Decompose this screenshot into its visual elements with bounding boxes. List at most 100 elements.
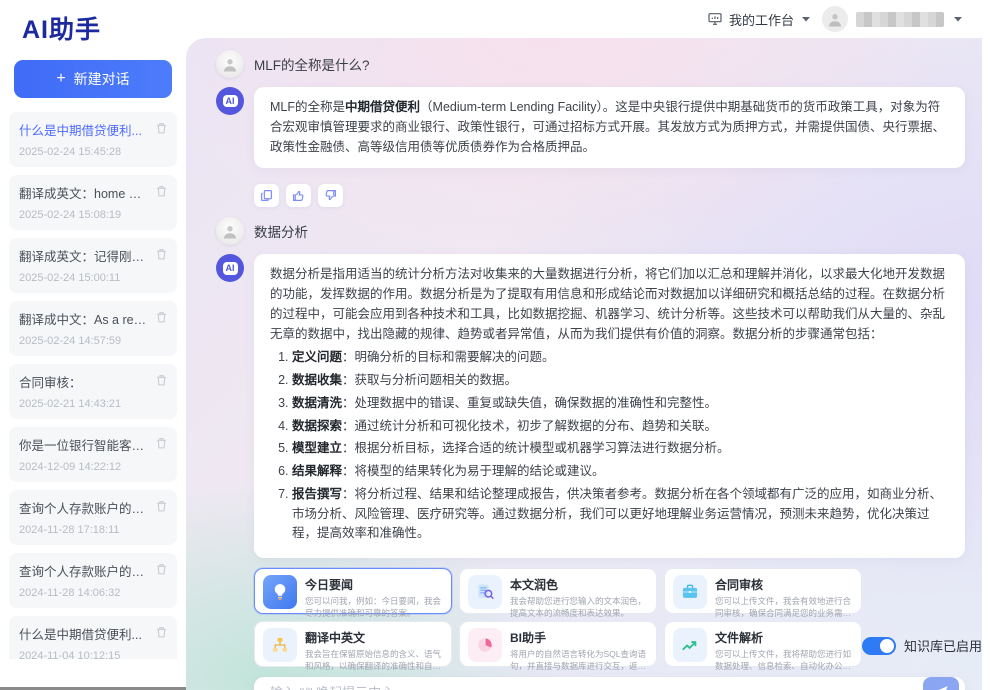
pie-chart-icon bbox=[468, 628, 502, 662]
knowledge-base-label: 知识库已启用 bbox=[904, 636, 982, 655]
card-translate[interactable]: 翻译中英文 我会旨在保留原始信息的含义、语气和风格，以确保翻译的准确性和自然流畅… bbox=[254, 621, 452, 667]
conversation-time: 2024-11-28 17:18:11 bbox=[19, 524, 167, 536]
card-description: 您可以上传文件，我将帮助您进行如数据处理、信息检索、自动化办公等。 bbox=[715, 648, 853, 673]
ai-message: AI 数据分析是指用适当的统计分析方法对收集来的大量数据进行分析，将它们加以汇总… bbox=[216, 254, 965, 558]
conversation-time: 2025-02-24 15:00:11 bbox=[19, 272, 167, 284]
conversation-item[interactable]: 什么是中期借贷便利... 2024-11-04 10:12:15 bbox=[9, 616, 177, 659]
card-title: BI助手 bbox=[510, 629, 648, 646]
card-bi-assistant[interactable]: BI助手 将用户的自然语言转化为SQL查询语句，并直接与数据库进行交互，返回智能… bbox=[459, 621, 657, 667]
conversation-time: 2025-02-24 15:45:28 bbox=[19, 146, 167, 158]
trash-icon[interactable] bbox=[155, 373, 168, 387]
quick-actions-area: 今日要闻 您可以问我，例如：今日要闻，我会尽力提供准确和可靠的答案。 本文润色 … bbox=[254, 568, 965, 667]
trash-icon[interactable] bbox=[155, 247, 168, 261]
conversation-time: 2025-02-24 14:57:59 bbox=[19, 335, 167, 347]
knowledge-base-toggle[interactable] bbox=[862, 637, 896, 655]
workspace-label: 我的工作台 bbox=[729, 10, 794, 29]
flowchart-icon bbox=[263, 628, 297, 662]
trash-icon[interactable] bbox=[155, 436, 168, 450]
person-icon bbox=[826, 10, 844, 28]
paper-plane-icon bbox=[933, 684, 949, 690]
trash-icon[interactable] bbox=[155, 562, 168, 576]
ai-avatar: AI bbox=[216, 87, 244, 115]
conversation-title: 你是一位银行智能客服，... bbox=[19, 435, 147, 454]
polish-doc-icon bbox=[468, 575, 502, 609]
trash-icon[interactable] bbox=[155, 310, 168, 324]
sidebar: AI助手 + 新建对话 什么是中期借贷便利... 2025-02-24 15:4… bbox=[0, 0, 186, 690]
ai-badge: AI bbox=[223, 95, 238, 108]
message-input[interactable] bbox=[270, 685, 923, 690]
copy-button[interactable] bbox=[254, 184, 279, 207]
conversation-time: 2024-11-04 10:12:15 bbox=[19, 650, 167, 659]
conversation-title: 查询个人存款账户的最新... bbox=[19, 498, 147, 517]
card-file-parse[interactable]: 文件解析 您可以上传文件，我将帮助您进行如数据处理、信息检索、自动化办公等。 bbox=[664, 621, 862, 667]
card-description: 您可以问我，例如：今日要闻，我会尽力提供准确和可靠的答案。 bbox=[305, 595, 443, 620]
card-description: 我会帮助您进行您输入的文本润色，提高文本的流畅度和表达效果。 bbox=[510, 595, 648, 620]
thumbs-up-button[interactable] bbox=[286, 184, 311, 207]
ai-avatar: AI bbox=[216, 254, 244, 282]
conversation-title: 翻译成中文：As a reader... bbox=[19, 309, 147, 328]
thumbs-up-icon bbox=[292, 189, 305, 202]
list-item: 模型建立：根据分析目标，选择合适的统计模型或机器学习算法进行数据分析。 bbox=[292, 439, 949, 459]
trash-icon[interactable] bbox=[155, 499, 168, 513]
chevron-down-icon bbox=[800, 15, 812, 23]
card-title: 今日要闻 bbox=[305, 576, 443, 593]
card-title: 本文润色 bbox=[510, 576, 648, 593]
user-message: 数据分析 bbox=[216, 217, 965, 245]
ai-message: AI MLF的全称是中期借贷便利（Medium-term Lending Fac… bbox=[216, 87, 965, 168]
list-item: 结果解释：将模型的结果转化为易于理解的结论或建议。 bbox=[292, 462, 949, 482]
list-item: 定义问题：明确分析的目标和需要解决的问题。 bbox=[292, 348, 949, 368]
card-daily-news[interactable]: 今日要闻 您可以问我，例如：今日要闻，我会尽力提供准确和可靠的答案。 bbox=[254, 568, 452, 614]
user-avatar bbox=[216, 50, 244, 78]
user-menu[interactable] bbox=[822, 6, 964, 32]
conversation-title: 什么是中期借贷便利... bbox=[19, 624, 147, 643]
conversation-item[interactable]: 查询个人存款账户的最新... 2024-11-28 17:18:11 bbox=[9, 490, 177, 545]
conversation-item[interactable]: 翻译成英文：记得刚开始... 2025-02-24 15:00:11 bbox=[9, 238, 177, 293]
card-text-polish[interactable]: 本文润色 我会帮助您进行您输入的文本润色，提高文本的流畅度和表达效果。 bbox=[459, 568, 657, 614]
app-window: AI助手 + 新建对话 什么是中期借贷便利... 2025-02-24 15:4… bbox=[0, 0, 990, 690]
card-title: 合同审核 bbox=[715, 576, 853, 593]
username-redacted bbox=[856, 12, 944, 27]
conversation-time: 2024-12-09 14:22:12 bbox=[19, 461, 167, 473]
topbar: 我的工作台 bbox=[186, 0, 982, 38]
conversation-item[interactable]: 翻译成英文：home home 2025-02-24 15:08:19 bbox=[9, 175, 177, 230]
chevron-down-icon bbox=[952, 15, 964, 23]
user-avatar bbox=[822, 6, 848, 32]
conversation-time: 2025-02-21 14:43:21 bbox=[19, 398, 167, 410]
analysis-steps-list: 定义问题：明确分析的目标和需要解决的问题。 数据收集：获取与分析问题相关的数据。… bbox=[270, 348, 949, 544]
plus-icon: + bbox=[56, 70, 65, 88]
trash-icon[interactable] bbox=[155, 184, 168, 198]
new-chat-button[interactable]: + 新建对话 bbox=[14, 60, 172, 98]
conversation-item[interactable]: 你是一位银行智能客服，... 2024-12-09 14:22:12 bbox=[9, 427, 177, 482]
trash-icon[interactable] bbox=[155, 625, 168, 639]
user-avatar bbox=[216, 217, 244, 245]
bulb-icon bbox=[263, 575, 297, 609]
toggle-knob bbox=[880, 639, 894, 653]
conversation-time: 2024-11-28 14:06:32 bbox=[19, 587, 167, 599]
conversation-title: 什么是中期借贷便利... bbox=[19, 120, 147, 139]
app-logo: AI助手 bbox=[0, 0, 186, 54]
send-button[interactable] bbox=[923, 677, 959, 690]
card-title: 文件解析 bbox=[715, 629, 853, 646]
chat-panel: MLF的全称是什么? AI MLF的全称是中期借贷便利（Medium-term … bbox=[186, 38, 982, 690]
knowledge-base-control: 知识库已启用 bbox=[862, 636, 982, 655]
conversation-item[interactable]: 查询个人存款账户的最新... 2024-11-28 14:06:32 bbox=[9, 553, 177, 608]
message-composer bbox=[254, 677, 965, 690]
person-icon bbox=[221, 222, 239, 240]
trash-icon[interactable] bbox=[155, 121, 168, 135]
bold-term: 中期借贷便利 bbox=[345, 100, 420, 114]
conversation-item[interactable]: 合同审核： 2025-02-21 14:43:21 bbox=[9, 364, 177, 419]
feature-cards: 今日要闻 您可以问我，例如：今日要闻，我会尽力提供准确和可靠的答案。 本文润色 … bbox=[254, 568, 862, 667]
list-item: 数据探索：通过统计分析和可视化技术，初步了解数据的分布、趋势和关联。 bbox=[292, 417, 949, 437]
conversation-item[interactable]: 什么是中期借贷便利... 2025-02-24 15:45:28 bbox=[9, 112, 177, 167]
briefcase-icon bbox=[673, 575, 707, 609]
main-area: 我的工作台 MLF的全称是什么? AI bbox=[186, 0, 990, 690]
new-chat-label: 新建对话 bbox=[74, 69, 130, 89]
workspace-menu[interactable]: 我的工作台 bbox=[707, 10, 812, 29]
list-item: 报告撰写：将分析过程、结果和结论整理成报告，供决策者参考。数据分析在各个领域都有… bbox=[292, 485, 949, 544]
thumbs-down-button[interactable] bbox=[318, 184, 343, 207]
user-message-text: MLF的全称是什么? bbox=[254, 54, 370, 74]
card-contract-review[interactable]: 合同审核 您可以上传文件，我会有效地进行合同审核，确保合同满足您的业务需求。 bbox=[664, 568, 862, 614]
conversation-item[interactable]: 翻译成中文：As a reader... 2025-02-24 14:57:59 bbox=[9, 301, 177, 356]
ai-badge: AI bbox=[223, 262, 238, 275]
conversation-list: 什么是中期借贷便利... 2025-02-24 15:45:28 翻译成英文：h… bbox=[0, 112, 186, 659]
